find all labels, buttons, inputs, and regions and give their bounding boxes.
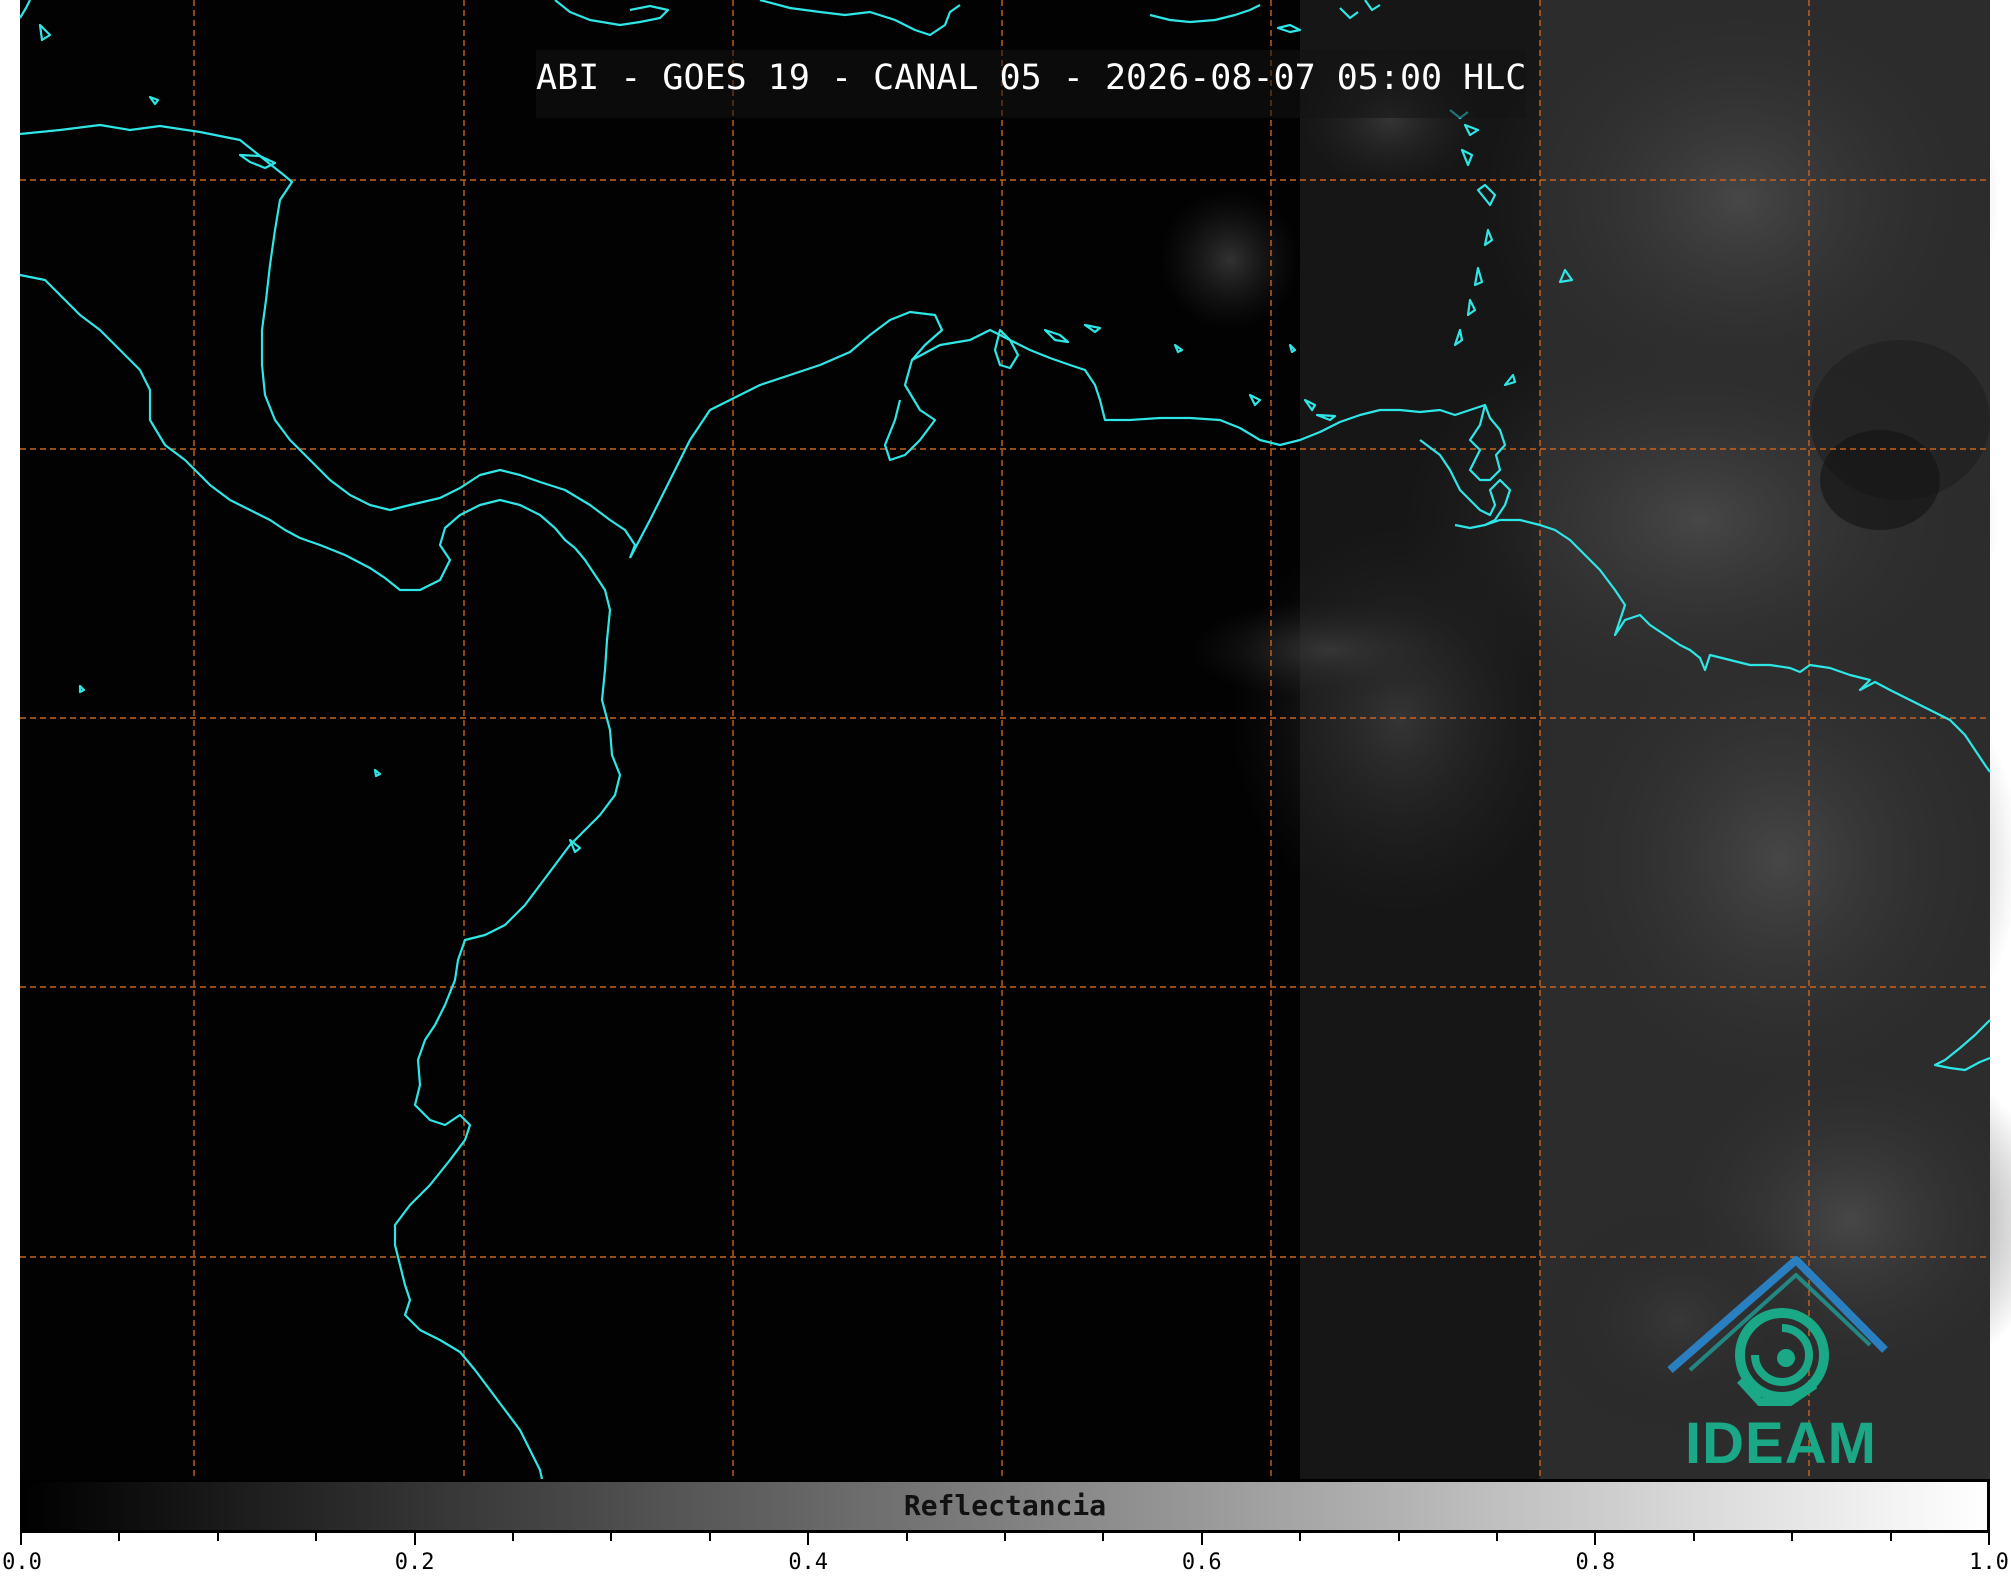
colorbar-minor-tick — [1889, 1533, 1892, 1541]
map-title: ABI - GOES 19 - CANAL 05 - 2026-08-07 05… — [536, 58, 1527, 98]
colorbar-minor-tick — [1397, 1533, 1400, 1541]
colorbar-minor-tick — [610, 1533, 613, 1541]
colorbar-tick-label: 0.4 — [788, 1550, 829, 1575]
colorbar-minor-tick — [1299, 1533, 1302, 1541]
colorbar-tick-label: 0.6 — [1181, 1550, 1222, 1575]
colorbar-minor-tick — [216, 1533, 219, 1541]
colorbar-major-tick — [413, 1533, 416, 1545]
colorbar-tick-label: 0.8 — [1575, 1550, 1616, 1575]
colorbar-minor-tick — [1496, 1533, 1498, 1541]
ideam-logo-text: IDEAM — [1685, 1411, 1877, 1476]
colorbar-major-tick — [807, 1533, 810, 1545]
colorbar-tick-label: 1.0 — [1969, 1550, 2009, 1575]
colorbar-label: Reflectancia — [903, 1489, 1107, 1522]
colorbar-tick-label: 0.0 — [2, 1550, 42, 1575]
colorbar-minor-tick — [1692, 1533, 1695, 1541]
colorbar-major-tick — [1988, 1533, 1990, 1545]
colorbar-major-tick — [20, 1533, 22, 1545]
satellite-map — [19, 0, 2011, 1480]
colorbar-minor-tick — [905, 1533, 908, 1541]
colorbar-minor-tick — [1791, 1533, 1794, 1541]
colorbar-minor-tick — [315, 1533, 318, 1541]
colorbar-tick-label: 0.2 — [394, 1550, 435, 1575]
colorbar-minor-tick — [512, 1533, 514, 1541]
colorbar-major-tick — [1594, 1533, 1597, 1545]
colorbar-minor-tick — [1004, 1533, 1006, 1541]
colorbar-minor-tick — [118, 1533, 121, 1541]
colorbar-minor-tick — [1102, 1533, 1105, 1541]
colorbar-major-tick — [1200, 1533, 1203, 1545]
colorbar-minor-tick — [708, 1533, 711, 1541]
